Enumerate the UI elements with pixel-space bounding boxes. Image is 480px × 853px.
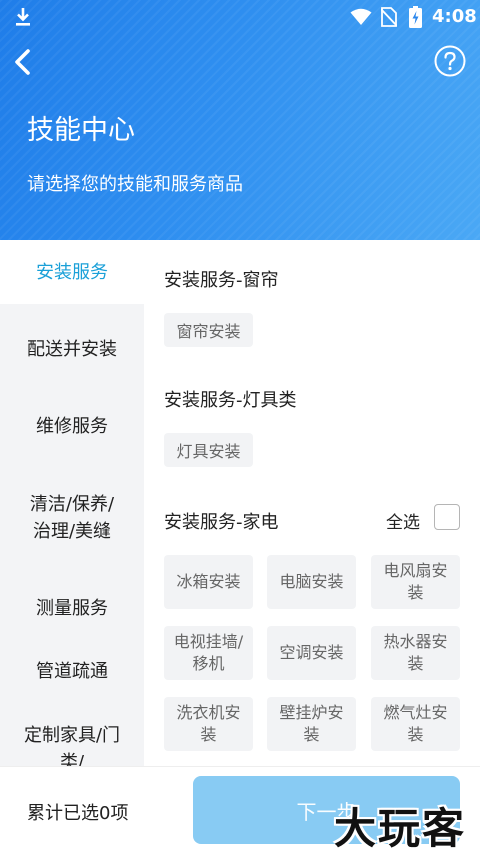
service-tile-air-conditioner[interactable]: 空调安装 bbox=[267, 626, 356, 680]
battery-charging-icon bbox=[409, 6, 422, 28]
section-title-curtain: 安装服务-窗帘 bbox=[164, 270, 279, 291]
watermark-logo: 大玩客 bbox=[334, 804, 467, 853]
no-sim-icon bbox=[381, 7, 397, 27]
status-bar: 4:08 bbox=[0, 0, 480, 36]
help-circle-icon[interactable] bbox=[434, 45, 466, 77]
selected-count: 累计已选0项 bbox=[27, 803, 129, 824]
sidebar-item-measure[interactable]: 测量服务 bbox=[0, 578, 144, 638]
sidebar-item-cleaning[interactable]: 清洁/保养/治理/美缝 bbox=[0, 458, 144, 578]
service-tile-gas-stove[interactable]: 燃气灶安装 bbox=[371, 697, 460, 751]
sidebar-item-pipe-dredging[interactable]: 管道疏通 bbox=[0, 638, 144, 704]
section-title-appliance: 安装服务-家电 bbox=[164, 512, 279, 533]
wifi-icon bbox=[350, 8, 372, 25]
service-tile-wall-boiler[interactable]: 壁挂炉安装 bbox=[267, 697, 356, 751]
section-title-lighting: 安装服务-灯具类 bbox=[164, 390, 297, 411]
sidebar-item-repair[interactable]: 维修服务 bbox=[0, 394, 144, 458]
category-sidebar[interactable]: 安装服务 配送并安装 维修服务 清洁/保养/治理/美缝 测量服务 管道疏通 定制… bbox=[0, 240, 144, 766]
service-tile-fridge[interactable]: 冰箱安装 bbox=[164, 555, 253, 609]
download-icon bbox=[16, 8, 30, 26]
select-all-label[interactable]: 全选 bbox=[386, 508, 420, 533]
page-subtitle: 请选择您的技能和服务商品 bbox=[27, 174, 243, 195]
sidebar-item-custom-furniture[interactable]: 定制家具/门类/ bbox=[0, 722, 144, 766]
sidebar-item-install[interactable]: 安装服务 bbox=[0, 240, 144, 304]
service-tile-computer[interactable]: 电脑安装 bbox=[267, 555, 356, 609]
service-list[interactable]: 安装服务-窗帘 窗帘安装 安装服务-灯具类 灯具安装 安装服务-家电 全选 冰箱… bbox=[144, 240, 480, 766]
page-title: 技能中心 bbox=[27, 115, 135, 146]
service-chip-curtain-install[interactable]: 窗帘安装 bbox=[164, 313, 253, 347]
header: 4:08 技能中心 请选择您的技能和服务商品 bbox=[0, 0, 480, 240]
sidebar-item-delivery-install[interactable]: 配送并安装 bbox=[0, 304, 144, 394]
service-chip-light-install[interactable]: 灯具安装 bbox=[164, 433, 253, 467]
status-time: 4:08 bbox=[432, 6, 477, 27]
chevron-left-icon[interactable] bbox=[12, 48, 34, 76]
service-tile-water-heater[interactable]: 热水器安装 bbox=[371, 626, 460, 680]
service-tile-fan[interactable]: 电风扇安装 bbox=[371, 555, 460, 609]
service-tile-tv-mount[interactable]: 电视挂墙/移机 bbox=[164, 626, 253, 680]
select-all-checkbox[interactable] bbox=[434, 504, 460, 530]
service-tile-washer[interactable]: 洗衣机安装 bbox=[164, 697, 253, 751]
